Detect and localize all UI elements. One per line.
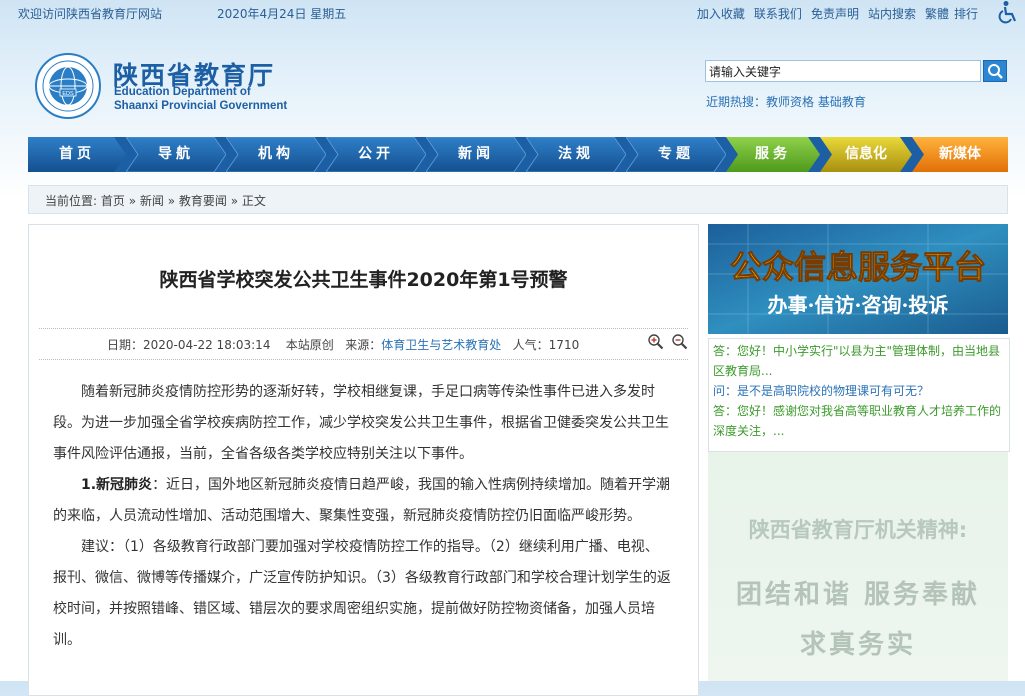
site-title-en: Education Department of Shaanxi Provinci… bbox=[114, 85, 287, 113]
zoom-in-icon[interactable] bbox=[647, 333, 665, 351]
spirit-title: 陕西省教育厅机关精神: bbox=[748, 518, 968, 542]
site-search-link[interactable]: 站内搜索 bbox=[868, 5, 916, 22]
qa-answer[interactable]: 答：您好！感谢您对我省高等职业教育人才培养工作的深度关注，... bbox=[713, 401, 1003, 441]
breadcrumb: 当前位置: 首页 » 新闻 » 教育要闻 » 正文 bbox=[28, 185, 1008, 214]
logo-text: EDS bbox=[62, 91, 74, 97]
accessibility-icon[interactable] bbox=[997, 0, 1019, 24]
spirit-panel: 陕西省教育厅机关精神: 团结和谐 服务奉献 求真务实 bbox=[708, 452, 1008, 681]
article-date: 日期：2020-04-22 18:03:14 bbox=[107, 338, 271, 352]
paragraph: 建议：（1）各级教育行政部门要加强对学校疫情防控工作的指导。（2）继续利用广播、… bbox=[53, 539, 671, 648]
article-body: 随着新冠肺炎疫情防控形势的逐渐好转，学校相继复课，手足口病等传染性事件已进入多发… bbox=[53, 377, 671, 656]
article-source-label: 来源： bbox=[345, 338, 382, 352]
nav-label: 服务 bbox=[755, 146, 791, 162]
article-panel: 陕西省学校突发公共卫生事件2020年第1号预警 日期：2020-04-22 18… bbox=[28, 224, 699, 696]
qa-panel: 答：您好！中小学实行"以县为主"管理体制，由当地县区教育局... 问：是不是高职… bbox=[708, 338, 1010, 452]
add-favorite-link[interactable]: 加入收藏 bbox=[697, 5, 745, 22]
hot-search-label: 近期热搜： bbox=[706, 95, 767, 109]
article-source[interactable]: 体育卫生与艺术教育处 bbox=[381, 338, 501, 352]
site-title-en-line2: Shaanxi Provincial Government bbox=[114, 100, 288, 112]
contact-us-link[interactable]: 联系我们 bbox=[754, 5, 802, 22]
hot-search-item[interactable]: 教师资格 bbox=[766, 95, 814, 109]
qa-answer[interactable]: 答：您好！中小学实行"以县为主"管理体制，由当地县区教育局... bbox=[713, 341, 1003, 381]
nav-label: 首页 bbox=[59, 146, 95, 162]
breadcrumb-label: 当前位置: bbox=[45, 194, 98, 208]
nav-institutions[interactable]: 机构 bbox=[226, 137, 326, 172]
breadcrumb-current: 正文 bbox=[241, 194, 266, 208]
nav-informatization[interactable]: 信息化 bbox=[820, 137, 912, 172]
nav-regulations[interactable]: 法规 bbox=[526, 137, 626, 172]
main-nav: 首页 导航 机构 公开 新闻 法规 专题 服务 信息化 新媒体 bbox=[28, 137, 1008, 172]
disclaimer-link[interactable]: 免责声明 bbox=[811, 5, 859, 22]
divider bbox=[39, 359, 688, 360]
top-bar: 欢迎访问陕西省教育厅网站 2020年4月24日 星期五 加入收藏 联系我们 免责… bbox=[0, 0, 1025, 26]
nav-label: 信息化 bbox=[845, 146, 887, 162]
search-button[interactable] bbox=[983, 60, 1007, 82]
banner-subtitle: 办事·信访·咨询·投诉 bbox=[768, 293, 949, 317]
top-links: 加入收藏 联系我们 免责声明 站内搜索 繁體 排行 bbox=[697, 5, 978, 22]
department-logo[interactable]: EDS bbox=[35, 53, 101, 119]
nav-label: 机构 bbox=[258, 146, 294, 162]
site-title-en-line1: Education Department of bbox=[114, 86, 251, 98]
zoom-out-icon[interactable] bbox=[671, 333, 689, 351]
search-input[interactable] bbox=[705, 60, 981, 82]
article-title: 陕西省学校突发公共卫生事件2020年第1号预警 bbox=[159, 269, 568, 291]
current-date: 2020年4月24日 星期五 bbox=[217, 7, 347, 21]
paragraph: 1.新冠肺炎：近日，国外地区新冠肺炎疫情日趋严峻，我国的输入性病例持续增加。随着… bbox=[53, 470, 671, 532]
divider bbox=[39, 328, 688, 329]
nav-public[interactable]: 公开 bbox=[326, 137, 426, 172]
nav-label: 导航 bbox=[158, 146, 194, 162]
ranking-link[interactable]: 排行 bbox=[954, 5, 978, 22]
welcome-text: 欢迎访问陕西省教育厅网站 bbox=[18, 7, 163, 21]
breadcrumb-home[interactable]: 首页 bbox=[101, 194, 125, 208]
nav-guide[interactable]: 导航 bbox=[126, 137, 226, 172]
article-meta: 日期：2020-04-22 18:03:14 本站原创 来源：体育卫生与艺术教育… bbox=[107, 336, 579, 353]
hot-search: 近期热搜：教师资格 基础教育 bbox=[706, 93, 866, 110]
nav-topics[interactable]: 专题 bbox=[626, 137, 726, 172]
nav-label: 公开 bbox=[358, 146, 394, 162]
paragraph: 随着新冠肺炎疫情防控形势的逐渐好转，学校相继复课，手足口病等传染性事件已进入多发… bbox=[53, 384, 669, 462]
qa-question[interactable]: 问：是不是高职院校的物理课可有可无？ bbox=[713, 381, 1003, 401]
article-origin: 本站原创 bbox=[285, 338, 334, 352]
banner-title: 公众信息服务平台 bbox=[730, 248, 986, 286]
nav-news[interactable]: 新闻 bbox=[426, 137, 526, 172]
nav-home[interactable]: 首页 bbox=[28, 137, 126, 172]
spirit-line: 求真务实 bbox=[799, 630, 916, 660]
breadcrumb-news[interactable]: 新闻 bbox=[140, 194, 164, 208]
traditional-chinese-link[interactable]: 繁體 bbox=[925, 5, 949, 22]
nav-new-media[interactable]: 新媒体 bbox=[912, 137, 1008, 172]
qa-list: 答：您好！中小学实行"以县为主"管理体制，由当地县区教育局... 问：是不是高职… bbox=[713, 341, 1003, 441]
nav-label: 法规 bbox=[558, 146, 594, 162]
nav-label: 新媒体 bbox=[939, 146, 981, 162]
public-service-banner[interactable]: 公众信息服务平台 办事·信访·咨询·投诉 bbox=[708, 224, 1008, 334]
nav-label: 新闻 bbox=[458, 146, 494, 162]
nav-label: 专题 bbox=[658, 146, 694, 162]
search-icon bbox=[988, 64, 1003, 79]
breadcrumb-education-news[interactable]: 教育要闻 bbox=[179, 194, 227, 208]
section-heading: 1.新冠肺炎 bbox=[81, 477, 153, 493]
spirit-line: 团结和谐 服务奉献 bbox=[735, 580, 981, 610]
nav-services[interactable]: 服务 bbox=[726, 137, 820, 172]
article-views: 人气：1710 bbox=[512, 338, 580, 352]
hot-search-item[interactable]: 基础教育 bbox=[818, 95, 866, 109]
